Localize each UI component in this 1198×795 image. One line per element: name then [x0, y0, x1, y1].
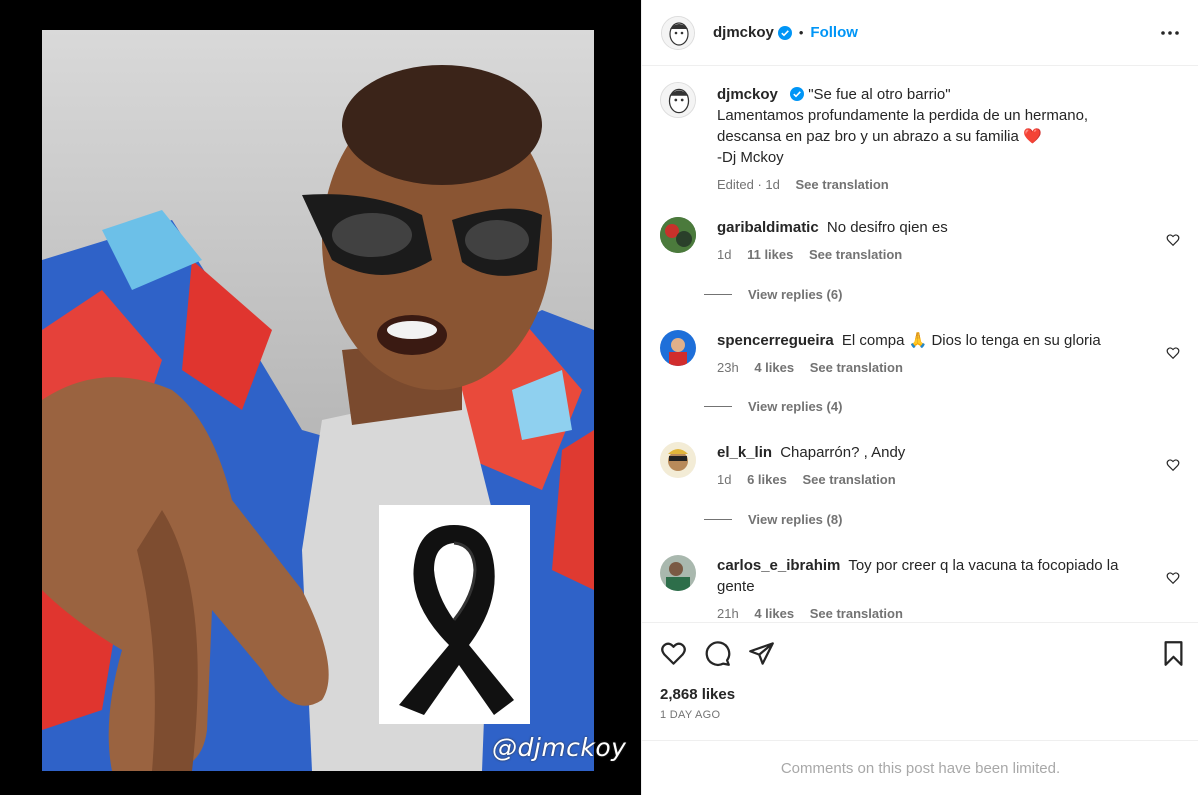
comment-time[interactable]: 1d — [717, 472, 731, 487]
caption-line-3: descansa en paz bro y un abrazo a su fam… — [717, 128, 1019, 145]
caption-line-2: Lamentamos profundamente la perdida de u… — [717, 107, 1089, 124]
follow-button[interactable]: Follow — [810, 24, 858, 41]
comment-username[interactable]: spencerregueira — [717, 332, 834, 349]
caption-username[interactable]: djmckoy — [717, 86, 778, 103]
watermark-text: @djmckoy — [492, 733, 627, 762]
replies-divider — [704, 406, 732, 407]
caption-see-translation[interactable]: See translation — [796, 177, 889, 192]
comment-icon[interactable] — [704, 640, 731, 667]
comment-text: Chaparrón? , Andy — [780, 444, 906, 461]
black-ribbon-icon — [399, 525, 514, 715]
comment-text: El compa 🙏 Dios lo tenga en su gloria — [841, 332, 1101, 349]
post-detail-panel: djmckoy • Follow djmckoy "Se fue al otro… — [641, 0, 1198, 795]
commenter-avatar[interactable] — [660, 330, 696, 366]
verified-badge-icon — [790, 87, 805, 101]
comment-likes[interactable]: 4 likes — [754, 606, 794, 621]
share-icon[interactable] — [748, 640, 775, 667]
view-replies-button[interactable]: View replies (6) — [704, 287, 842, 302]
comment-time[interactable]: 1d — [717, 247, 731, 262]
commenter-avatar[interactable] — [660, 442, 696, 478]
view-replies-label[interactable]: View replies (8) — [748, 512, 842, 527]
comment-see-translation[interactable]: See translation — [810, 360, 903, 375]
comment-like-heart-icon[interactable] — [1166, 458, 1180, 472]
broken-heart-icon: ❤️ — [1023, 128, 1042, 145]
commenter-avatar[interactable] — [660, 555, 696, 591]
caption-line-1: "Se fue al otro barrio" — [808, 86, 951, 103]
view-replies-label[interactable]: View replies (4) — [748, 399, 842, 414]
view-replies-label[interactable]: View replies (6) — [748, 287, 842, 302]
comment-username[interactable]: carlos_e_ibrahim — [717, 557, 840, 574]
more-options-icon[interactable] — [1158, 21, 1182, 45]
comment-see-translation[interactable]: See translation — [809, 247, 902, 262]
comments-list[interactable]: djmckoy "Se fue al otro barrio" Lamentam… — [642, 66, 1198, 622]
author-avatar[interactable] — [661, 15, 695, 50]
comment-likes[interactable]: 6 likes — [747, 472, 787, 487]
comment-username[interactable]: el_k_lin — [717, 444, 772, 461]
comment-likes[interactable]: 4 likes — [754, 360, 794, 375]
replies-divider — [704, 519, 732, 520]
comment-text: No desifro qien es — [826, 219, 948, 236]
likes-count[interactable]: 2,868 likes — [660, 686, 735, 703]
comment-likes[interactable]: 11 likes — [747, 247, 793, 262]
author-avatar[interactable] — [660, 82, 696, 118]
mourning-ribbon-card — [379, 505, 530, 724]
caption-edited: Edited · 1d — [717, 177, 780, 192]
view-replies-button[interactable]: View replies (8) — [704, 512, 842, 527]
post-header: djmckoy • Follow — [642, 0, 1198, 66]
comment-time[interactable]: 23h — [717, 360, 739, 375]
commenter-avatar[interactable] — [660, 217, 696, 253]
author-username[interactable]: djmckoy — [713, 24, 774, 41]
post-actions: 2,868 likes 1 DAY AGO — [642, 622, 1198, 740]
heart-icon[interactable] — [660, 640, 687, 667]
replies-divider — [704, 294, 732, 295]
post-media[interactable]: @djmckoy — [0, 0, 641, 795]
comment-like-heart-icon[interactable] — [1166, 233, 1180, 247]
verified-badge-icon — [777, 25, 792, 40]
comments-limited-notice: Comments on this post have been limited. — [642, 740, 1198, 795]
comment-see-translation[interactable]: See translation — [810, 606, 903, 621]
caption-line-4: -Dj Mckoy — [717, 149, 784, 166]
view-replies-button[interactable]: View replies (4) — [704, 399, 842, 414]
bookmark-icon[interactable] — [1160, 640, 1187, 667]
separator-dot: • — [798, 25, 804, 40]
comment-see-translation[interactable]: See translation — [802, 472, 895, 487]
comment-like-heart-icon[interactable] — [1166, 346, 1180, 360]
comment-username[interactable]: garibaldimatic — [717, 219, 819, 236]
post-photo — [42, 30, 594, 771]
post-date[interactable]: 1 DAY AGO — [660, 709, 720, 721]
comment-like-heart-icon[interactable] — [1166, 571, 1180, 585]
comment-time[interactable]: 21h — [717, 606, 739, 621]
